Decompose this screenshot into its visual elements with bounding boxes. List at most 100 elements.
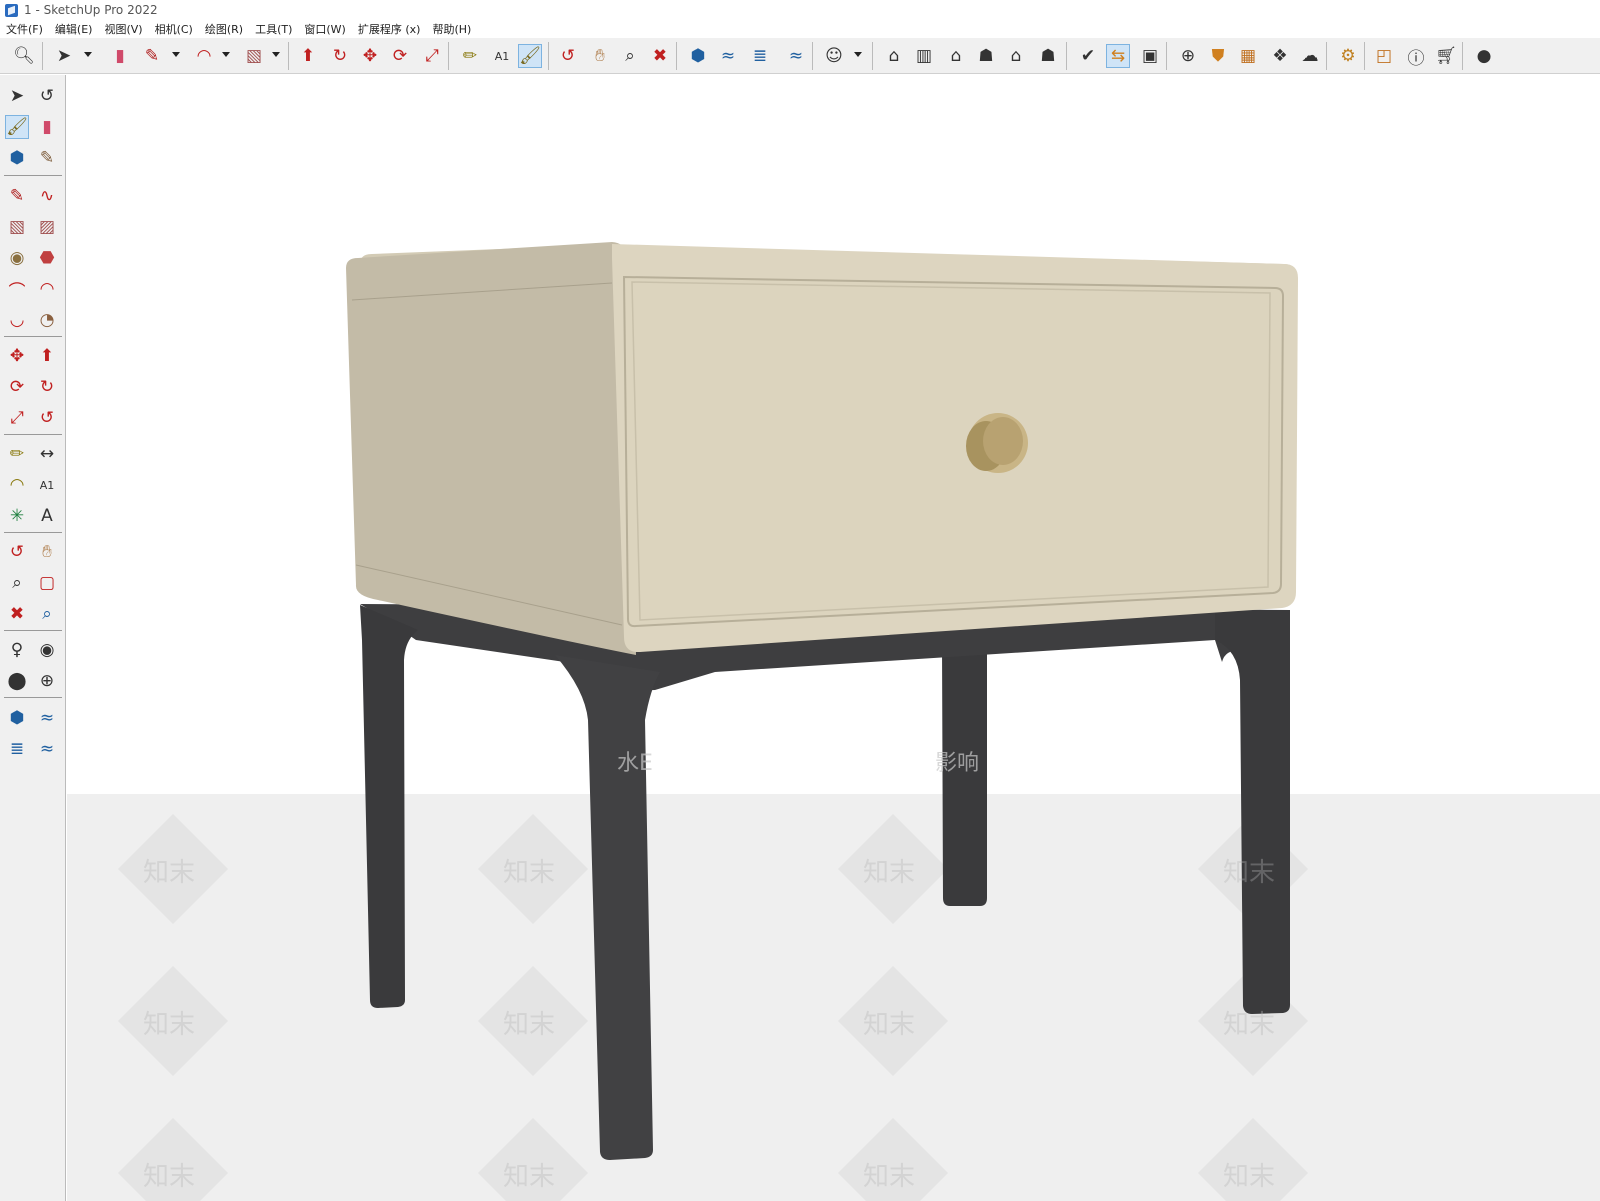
drawing-viewport[interactable]: 知末 知末 知末 知末 知末 知末 知末 知末 知末 知末 知末 知末 水E 影… — [67, 75, 1600, 1201]
add-location-icon[interactable]: ⊕ — [1176, 44, 1200, 68]
freehand-icon[interactable]: ∿ — [35, 184, 59, 208]
tape-measure-icon[interactable]: ✏ — [458, 44, 482, 68]
chevron-down-icon[interactable] — [222, 52, 230, 57]
sandbox-icon[interactable]: ≈ — [35, 706, 59, 730]
menu-camera[interactable]: 相机(C) — [155, 21, 193, 37]
scene-icon[interactable]: ▣ — [1138, 44, 1162, 68]
toolbar-separator — [1066, 42, 1067, 70]
chevron-down-icon[interactable] — [172, 52, 180, 57]
menu-window[interactable]: 窗口(W) — [304, 21, 345, 37]
menu-view[interactable]: 视图(V) — [104, 21, 142, 37]
menu-tools[interactable]: 工具(T) — [255, 21, 292, 37]
menu-edit[interactable]: 编辑(E) — [55, 21, 93, 37]
select-icon[interactable]: ➤ — [5, 84, 29, 108]
scale-icon[interactable]: ⤢ — [420, 44, 444, 68]
menu-help[interactable]: 帮助(H) — [432, 21, 471, 37]
tag-icon[interactable]: ✎ — [35, 146, 59, 170]
extension-warehouse-icon[interactable]: ❖ — [1268, 44, 1292, 68]
iso-view-icon[interactable]: ⌂ — [882, 44, 906, 68]
zoom-icon[interactable]: ⌕ — [5, 571, 29, 595]
follow-me-icon[interactable]: ↻ — [328, 44, 352, 68]
move-icon[interactable]: ✥ — [5, 344, 29, 368]
orbit-icon[interactable]: ↺ — [556, 44, 580, 68]
trimble-connect-icon[interactable]: ⬢ — [686, 44, 710, 68]
back-view-icon[interactable]: ☗ — [974, 44, 998, 68]
layers-icon[interactable]: ≣ — [748, 44, 772, 68]
text-icon[interactable]: A1 — [35, 473, 59, 497]
tape-measure-icon[interactable]: ✏ — [5, 442, 29, 466]
pencil-icon[interactable]: ✎ — [5, 184, 29, 208]
chevron-down-icon[interactable] — [272, 52, 280, 57]
text-icon[interactable]: A1 — [490, 44, 514, 68]
orbit-icon[interactable]: ↺ — [35, 84, 59, 108]
component-options-icon[interactable]: ≈ — [35, 737, 59, 761]
model-info-icon[interactable]: ⚙ — [1336, 44, 1360, 68]
zoom-icon[interactable]: ⌕ — [618, 44, 642, 68]
info-icon[interactable]: ⓘ — [1404, 44, 1428, 69]
previous-view-icon[interactable]: ⌕ — [35, 602, 59, 626]
chevron-down-icon[interactable] — [84, 52, 92, 57]
zoom-window-icon[interactable]: ▢ — [35, 571, 59, 595]
3d-text-icon[interactable]: A — [35, 504, 59, 528]
right-view-icon[interactable]: ▥ — [912, 44, 936, 68]
rotated-rectangle-icon[interactable]: ▨ — [35, 215, 59, 239]
rotate-icon[interactable]: ⟳ — [5, 375, 29, 399]
left-view-icon[interactable]: ☗ — [1036, 44, 1060, 68]
rotate-icon[interactable]: ⟳ — [388, 44, 412, 68]
pan-icon[interactable]: ✋︎ — [35, 540, 59, 564]
profile-icon[interactable]: ☺ — [822, 44, 846, 68]
paint-bucket-icon[interactable]: 🖌︎ — [518, 44, 542, 68]
two-point-arc-icon[interactable]: ◠ — [35, 277, 59, 301]
shadow-icon[interactable]: ⛊ — [1206, 44, 1230, 68]
section-icon[interactable]: ⇆ — [1106, 44, 1130, 68]
style-icon[interactable]: ✔ — [1076, 44, 1100, 68]
zoom-extents-icon[interactable]: ✖ — [5, 602, 29, 626]
3d-warehouse-icon[interactable]: ▦ — [1236, 44, 1260, 68]
arc-icon[interactable]: ⌒ — [5, 277, 29, 302]
rectangle-icon[interactable]: ▧ — [5, 215, 29, 239]
polygon-icon[interactable]: ⬣ — [35, 246, 59, 270]
walk-icon[interactable]: ⬤ — [5, 669, 29, 693]
dimension-icon[interactable]: ↔ — [35, 442, 59, 466]
chevron-down-icon[interactable] — [854, 52, 862, 57]
pie-icon[interactable]: ◔ — [35, 308, 59, 332]
protractor-icon[interactable]: ◠ — [5, 473, 29, 497]
move-icon[interactable]: ✥ — [358, 44, 382, 68]
cart-icon[interactable]: 🛒︎ — [1434, 44, 1458, 68]
menu-draw[interactable]: 绘图(R) — [205, 21, 243, 37]
zoom-extents-icon[interactable]: ✖ — [648, 44, 672, 68]
menu-extensions[interactable]: 扩展程序 (x) — [358, 21, 421, 37]
top-view-icon[interactable]: ⌂ — [1004, 44, 1028, 68]
push-pull-icon[interactable]: ⬆ — [35, 344, 59, 368]
pencil-icon[interactable]: ✎ — [140, 44, 164, 68]
pan-icon[interactable]: ✋︎ — [588, 44, 612, 68]
orbit-2-icon[interactable]: ↺ — [5, 540, 29, 564]
arc-icon[interactable]: ◠ — [192, 44, 216, 68]
eraser-icon[interactable]: ▮ — [108, 44, 132, 68]
component-options-icon[interactable]: ≈ — [784, 44, 808, 68]
share-model-icon[interactable]: ☁ — [1298, 44, 1322, 68]
eraser-icon[interactable]: ▮ — [35, 115, 59, 139]
position-camera-icon[interactable]: ♀ — [5, 638, 29, 662]
front-view-icon[interactable]: ⌂ — [944, 44, 968, 68]
look-around-icon[interactable]: ◉ — [35, 638, 59, 662]
section-plane-icon[interactable]: ⊕ — [35, 669, 59, 693]
select-icon[interactable]: ➤ — [52, 44, 76, 68]
push-pull-icon[interactable]: ⬆ — [296, 44, 320, 68]
sandbox-icon[interactable]: ≈ — [716, 44, 740, 68]
account-icon[interactable]: ● — [1472, 44, 1496, 68]
scale-icon[interactable]: ⤢ — [5, 406, 29, 430]
circle-icon[interactable]: ◉ — [5, 246, 29, 270]
offset-icon[interactable]: ↺ — [35, 406, 59, 430]
paint-bucket-icon[interactable]: 🖌︎ — [5, 115, 29, 139]
trimble-connect-icon[interactable]: ⬢ — [5, 706, 29, 730]
follow-me-icon[interactable]: ↻ — [35, 375, 59, 399]
zoom-window-icon[interactable]: 🔍︎ — [12, 44, 36, 68]
rectangle-icon[interactable]: ▧ — [242, 44, 266, 68]
axes-icon[interactable]: ✳ — [5, 504, 29, 528]
layout-icon[interactable]: ◰ — [1372, 44, 1396, 68]
component-icon[interactable]: ⬢ — [5, 146, 29, 170]
three-point-arc-icon[interactable]: ◡ — [5, 308, 29, 332]
layers-icon[interactable]: ≣ — [5, 737, 29, 761]
menu-file[interactable]: 文件(F) — [6, 21, 43, 37]
